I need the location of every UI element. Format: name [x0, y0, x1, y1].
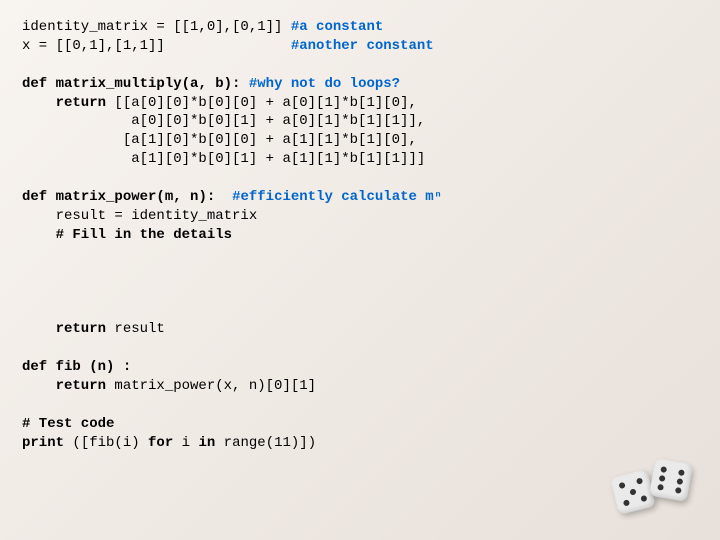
die-icon — [610, 469, 656, 515]
code-line: result — [106, 321, 165, 337]
comment: #why not do loops? — [249, 76, 400, 92]
code-line: a[0][0]*b[0][1] + a[0][1]*b[1][1]], — [22, 113, 425, 129]
code-line: identity_matrix = [[1,0],[0,1]] — [22, 19, 291, 35]
keyword-def: def — [22, 76, 47, 92]
code-block: identity_matrix = [[1,0],[0,1]] #a const… — [0, 0, 720, 472]
keyword-def: def — [22, 189, 47, 205]
dice-decoration — [610, 457, 700, 522]
code-line: matrix_multiply(a, b): — [47, 76, 249, 92]
keyword-def: def — [22, 359, 47, 375]
die-icon — [649, 458, 693, 502]
code-line: [[a[0][0]*b[0][0] + a[0][1]*b[1][0], — [106, 95, 417, 111]
comment: #another constant — [291, 38, 434, 54]
code-line: # Fill in the details — [22, 227, 232, 243]
code-line: fib (n) : — [47, 359, 131, 375]
code-line: # Test code — [22, 416, 114, 432]
keyword-for: for — [148, 435, 173, 451]
keyword-in: in — [198, 435, 215, 451]
code-line: i — [173, 435, 198, 451]
keyword-return: return — [22, 378, 106, 394]
code-line: matrix_power(m, n): — [47, 189, 232, 205]
code-line: range(11)]) — [215, 435, 316, 451]
keyword-print: print — [22, 435, 64, 451]
code-line: [a[1][0]*b[0][0] + a[1][1]*b[1][0], — [22, 132, 417, 148]
keyword-return: return — [22, 321, 106, 337]
code-line: result = identity_matrix — [22, 208, 257, 224]
code-line: a[1][0]*b[0][1] + a[1][1]*b[1][1]]] — [22, 151, 425, 167]
code-line: matrix_power(x, n)[0][1] — [106, 378, 316, 394]
keyword-return: return — [22, 95, 106, 111]
code-line: ([fib(i) — [64, 435, 148, 451]
comment: #a constant — [291, 19, 383, 35]
code-line: x = [[0,1],[1,1]] — [22, 38, 291, 54]
comment: #efficiently calculate mⁿ — [232, 189, 442, 205]
